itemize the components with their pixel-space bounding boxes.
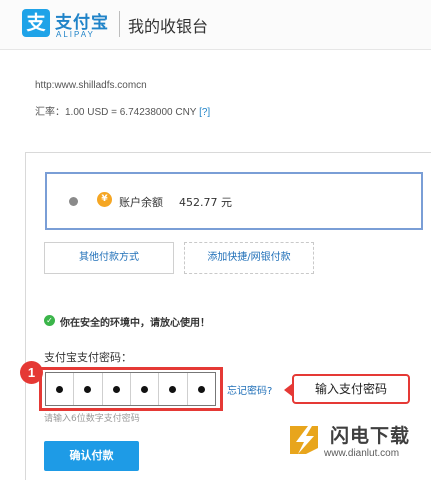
balance-radio[interactable] [69, 197, 78, 206]
lightning-logo-icon [290, 426, 318, 454]
balance-amount: 452.77 元 [179, 196, 232, 209]
header-bar: 支 支付宝 ALIPAY 我的收银台 [0, 0, 431, 50]
password-dot [141, 385, 149, 393]
exchange-rate-text: 汇率：1.00 USD = 6.74238000 CNY [35, 107, 197, 118]
password-label: 支付宝支付密码： [44, 351, 132, 364]
exchange-rate: 汇率：1.00 USD = 6.74238000 CNY [?] [35, 103, 210, 118]
password-callout: 输入支付密码 [292, 374, 410, 404]
balance-label: 账户余额 [119, 196, 163, 209]
watermark-title: 闪电下载 [330, 425, 411, 447]
header-divider [119, 11, 120, 37]
password-digit [131, 373, 160, 405]
confirm-payment-button[interactable]: 确认付款 [44, 441, 139, 471]
password-input[interactable] [45, 372, 216, 406]
password-dot [197, 385, 205, 393]
alipay-logo-icon: 支 [22, 9, 50, 37]
password-digit [103, 373, 131, 405]
password-dot [169, 385, 177, 393]
password-digit [46, 373, 75, 405]
check-circle-icon: ✓ [44, 315, 55, 326]
yen-coin-icon: ¥ [97, 192, 112, 207]
password-digit [74, 373, 103, 405]
rate-help-link[interactable]: [?] [199, 107, 210, 118]
merchant-url: http:www.shilladfs.comcn [35, 80, 147, 91]
password-digit [159, 373, 188, 405]
password-dot [112, 385, 120, 393]
forgot-password-link[interactable]: 忘记密码? [227, 382, 272, 397]
password-dot [84, 385, 92, 393]
page-title: 我的收银台 [128, 17, 209, 36]
security-message: 你在安全的环境中，请放心使用！ [60, 318, 210, 329]
balance-option[interactable]: ¥ 账户余额 452.77 元 [45, 172, 423, 230]
add-card-button[interactable]: 添加快捷/网银付款 [184, 242, 314, 274]
password-hint: 请输入6位数字支付密码 [44, 414, 140, 424]
step-badge: 1 [20, 361, 43, 384]
watermark-url: www.dianlut.com [324, 448, 400, 459]
logo-subtext: ALIPAY [56, 30, 95, 39]
password-dot [56, 385, 64, 393]
password-digit [188, 373, 215, 405]
other-payment-button[interactable]: 其他付款方式 [44, 242, 174, 274]
